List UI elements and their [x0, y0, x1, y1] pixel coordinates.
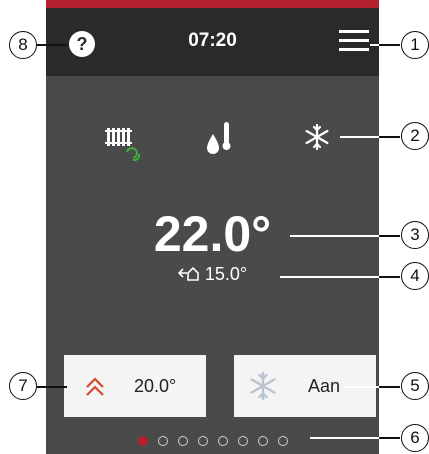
menu-line-icon: [339, 48, 369, 51]
cooling-status: Aan: [308, 376, 341, 396]
chevron-up-double-icon: [86, 377, 104, 396]
callout-leader: [37, 44, 67, 46]
callout-5: 5: [401, 372, 429, 400]
room-temperature: 22.0°: [153, 206, 272, 262]
snowflake-icon: [250, 371, 276, 401]
page-dot[interactable]: [137, 435, 148, 446]
page-dot[interactable]: [217, 435, 228, 446]
callout-7: 7: [9, 372, 37, 400]
accent-stripe: [46, 0, 379, 8]
page-dot[interactable]: [177, 435, 188, 446]
callout-leader: [379, 235, 400, 237]
callout-4: 4: [401, 262, 429, 290]
callout-leader: [379, 136, 400, 138]
header-bar: ? 07:20: [46, 8, 379, 76]
callout-leader: [379, 437, 400, 439]
callout-leader: [379, 44, 400, 46]
callout-2: 2: [401, 122, 429, 150]
setpoint-value: 20.0°: [134, 376, 177, 396]
outdoor-house-icon: [177, 266, 199, 281]
page-dot[interactable]: [257, 435, 268, 446]
water-temperature-icon[interactable]: [205, 120, 235, 156]
menu-line-icon: [339, 39, 369, 42]
outdoor-temperature-value: 15.0°: [204, 264, 248, 284]
outdoor-temperature: 15.0°: [46, 264, 379, 285]
callout-1: 1: [401, 31, 429, 59]
page-indicator: [46, 432, 379, 450]
menu-button[interactable]: [339, 30, 369, 54]
callout-6: 6: [401, 424, 429, 452]
callout-leader: [379, 386, 400, 388]
snowflake-icon[interactable]: [304, 124, 330, 150]
callout-leader: [379, 276, 400, 278]
setpoint-card[interactable]: 20.0°: [64, 355, 206, 417]
page-dot[interactable]: [157, 435, 168, 446]
clock: 07:20: [188, 30, 237, 51]
page-dot[interactable]: [197, 435, 208, 446]
page-dot[interactable]: [237, 435, 248, 446]
callout-8: 8: [9, 31, 37, 59]
radiator-sync-icon[interactable]: [105, 124, 145, 164]
callout-3: 3: [401, 221, 429, 249]
page-dot[interactable]: [277, 435, 288, 446]
thermostat-screen: ? 07:20 22.0° 15.0° 20.0° Aan: [46, 0, 379, 454]
callout-leader: [37, 386, 67, 388]
menu-line-icon: [339, 30, 369, 33]
